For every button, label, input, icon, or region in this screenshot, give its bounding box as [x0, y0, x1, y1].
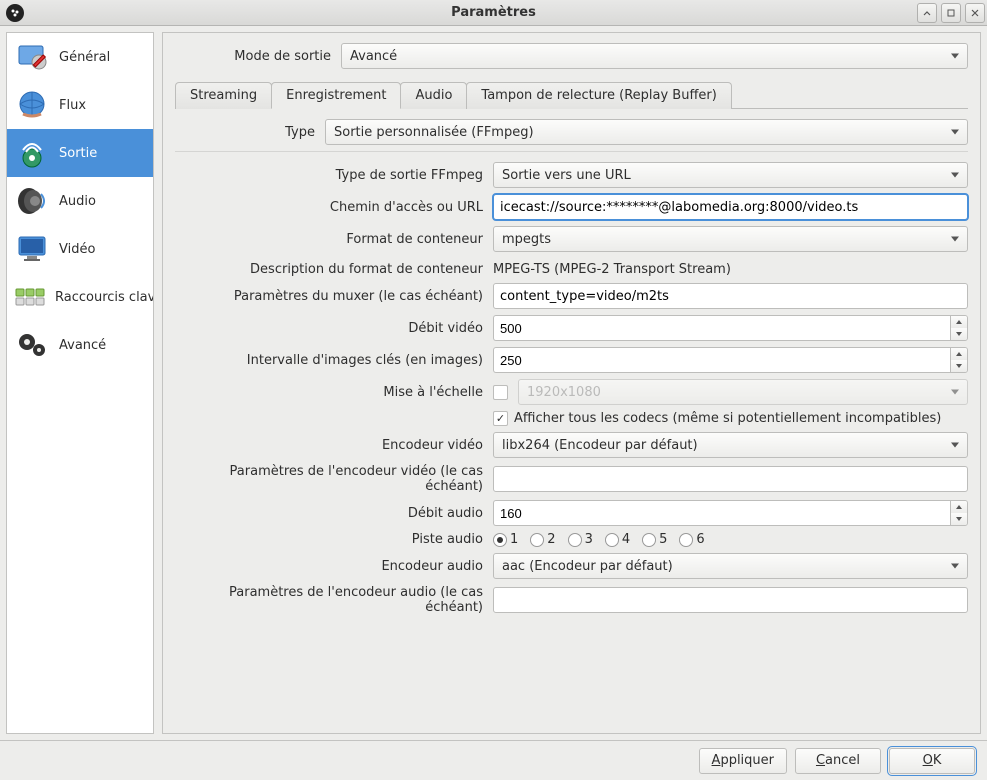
muxer-label: Paramètres du muxer (le cas échéant): [175, 289, 493, 304]
keyframe-label: Intervalle d'images clés (en images): [175, 353, 493, 368]
sidebar-item-label: Sortie: [59, 146, 97, 161]
video-bitrate-spinner[interactable]: [493, 315, 968, 341]
type-label: Type: [175, 125, 325, 140]
video-enc-params-input[interactable]: [493, 466, 968, 492]
show-all-codecs-checkbox[interactable]: [493, 411, 508, 426]
output-icon: [13, 134, 51, 172]
sidebar: Général Flux Sortie Audio: [6, 32, 154, 734]
rescale-label: Mise à l'échelle: [175, 385, 493, 400]
step-down-icon[interactable]: [951, 328, 967, 340]
step-up-icon[interactable]: [951, 501, 967, 513]
sidebar-item-label: Vidéo: [59, 242, 95, 257]
tabbar: Streaming Enregistrement Audio Tampon de…: [175, 81, 968, 109]
audio-bitrate-label: Débit audio: [175, 506, 493, 521]
output-mode-dropdown[interactable]: Avancé: [341, 43, 968, 69]
close-button[interactable]: [965, 3, 985, 23]
container-desc-label: Description du format de conteneur: [175, 262, 493, 277]
type-dropdown[interactable]: Sortie personnalisée (FFmpeg): [325, 119, 968, 145]
keyboard-icon: [13, 278, 47, 316]
tab-audio[interactable]: Audio: [400, 82, 467, 109]
sidebar-item-label: Raccourcis clavier: [55, 290, 154, 305]
type-value: Sortie personnalisée (FFmpeg): [334, 125, 534, 140]
url-input[interactable]: [493, 194, 968, 220]
audio-track-label: Piste audio: [175, 532, 493, 547]
audio-track-5[interactable]: [642, 533, 656, 547]
container-dropdown[interactable]: mpegts: [493, 226, 968, 252]
step-down-icon[interactable]: [951, 513, 967, 525]
keyframe-spinner[interactable]: [493, 347, 968, 373]
gears-icon: [13, 326, 51, 364]
monitor-icon: [13, 230, 51, 268]
minimize-button[interactable]: [917, 3, 937, 23]
app-icon: [6, 4, 24, 22]
sidebar-item-advanced[interactable]: Avancé: [7, 321, 154, 369]
audio-encoder-value: aac (Encodeur par défaut): [502, 559, 673, 574]
audio-enc-params-input[interactable]: [493, 587, 968, 613]
cancel-button[interactable]: Cancel: [795, 748, 881, 774]
tab-replay-buffer[interactable]: Tampon de relecture (Replay Buffer): [466, 82, 731, 109]
output-mode-value: Avancé: [350, 49, 397, 64]
sidebar-item-label: Avancé: [59, 338, 106, 353]
audio-track-2[interactable]: [530, 533, 544, 547]
keyframe-input[interactable]: [493, 347, 950, 373]
show-all-codecs-label[interactable]: Afficher tous les codecs (même si potent…: [514, 411, 941, 426]
video-encoder-dropdown[interactable]: libx264 (Encodeur par défaut): [493, 432, 968, 458]
output-mode-label: Mode de sortie: [175, 49, 341, 64]
audio-bitrate-input[interactable]: [493, 500, 950, 526]
audio-enc-params-label: Paramètres de l'encodeur audio (le cas é…: [175, 585, 493, 615]
sidebar-item-label: Audio: [59, 194, 96, 209]
globe-icon: [13, 86, 51, 124]
container-value: mpegts: [502, 232, 551, 247]
divider: [175, 151, 968, 152]
main-panel: Mode de sortie Avancé Streaming Enregist…: [162, 32, 981, 734]
ffmpeg-output-type-value: Sortie vers une URL: [502, 168, 631, 183]
tab-recording[interactable]: Enregistrement: [271, 82, 401, 109]
maximize-button[interactable]: [941, 3, 961, 23]
audio-track-6[interactable]: [679, 533, 693, 547]
audio-track-4[interactable]: [605, 533, 619, 547]
ffmpeg-output-type-label: Type de sortie FFmpeg: [175, 168, 493, 183]
ffmpeg-output-type-dropdown[interactable]: Sortie vers une URL: [493, 162, 968, 188]
ok-button[interactable]: OK: [889, 748, 975, 774]
audio-bitrate-spinner[interactable]: [493, 500, 968, 526]
sidebar-item-general[interactable]: Général: [7, 33, 154, 81]
video-encoder-value: libx264 (Encodeur par défaut): [502, 438, 698, 453]
container-desc-value: MPEG-TS (MPEG-2 Transport Stream): [493, 258, 968, 281]
sidebar-item-video[interactable]: Vidéo: [7, 225, 154, 273]
titlebar: Paramètres: [0, 0, 987, 26]
settings-icon: [13, 38, 51, 76]
sidebar-item-label: Flux: [59, 98, 86, 113]
container-label: Format de conteneur: [175, 232, 493, 247]
rescale-checkbox[interactable]: [493, 385, 508, 400]
sidebar-item-stream[interactable]: Flux: [7, 81, 154, 129]
sidebar-item-label: Général: [59, 50, 110, 65]
step-up-icon[interactable]: [951, 316, 967, 328]
muxer-input[interactable]: [493, 283, 968, 309]
speaker-icon: [13, 182, 51, 220]
step-up-icon[interactable]: [951, 348, 967, 360]
rescale-placeholder: 1920x1080: [527, 385, 601, 400]
audio-track-3[interactable]: [568, 533, 582, 547]
audio-encoder-label: Encodeur audio: [175, 559, 493, 574]
audio-track-1[interactable]: [493, 533, 507, 547]
url-label: Chemin d'accès ou URL: [175, 200, 493, 215]
sidebar-item-hotkeys[interactable]: Raccourcis clavier: [7, 273, 154, 321]
video-bitrate-input[interactable]: [493, 315, 950, 341]
video-encoder-label: Encodeur vidéo: [175, 438, 493, 453]
audio-encoder-dropdown[interactable]: aac (Encodeur par défaut): [493, 553, 968, 579]
video-bitrate-label: Débit vidéo: [175, 321, 493, 336]
window-title: Paramètres: [0, 5, 987, 20]
step-down-icon[interactable]: [951, 360, 967, 372]
sidebar-item-audio[interactable]: Audio: [7, 177, 154, 225]
rescale-dropdown: 1920x1080: [518, 379, 968, 405]
sidebar-item-output[interactable]: Sortie: [7, 129, 154, 177]
tab-streaming[interactable]: Streaming: [175, 82, 272, 109]
footer: Appliquer Cancel OK: [0, 740, 987, 780]
video-enc-params-label: Paramètres de l'encodeur vidéo (le cas é…: [175, 464, 493, 494]
apply-button[interactable]: Appliquer: [699, 748, 787, 774]
